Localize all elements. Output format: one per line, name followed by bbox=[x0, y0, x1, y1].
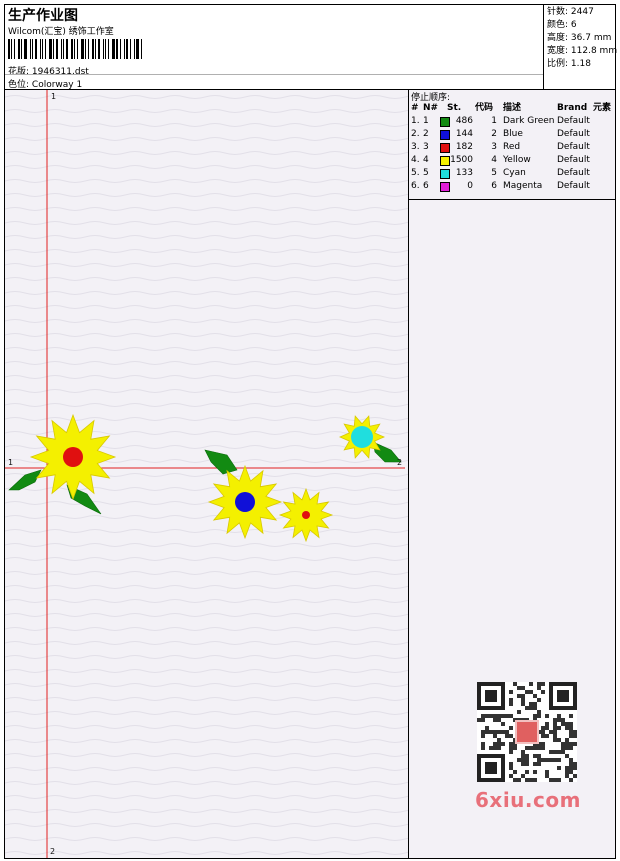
color-count: 颜色: 6 bbox=[547, 19, 615, 32]
table-row: 1. 1 486 1 Dark Green Default bbox=[409, 115, 615, 128]
row-stitches: 133 bbox=[455, 168, 473, 178]
design-width-label: 宽度: bbox=[547, 46, 569, 56]
design-height: 高度: 36.7 mm bbox=[547, 32, 615, 45]
axis-left-label: 1 bbox=[8, 458, 14, 467]
sheet-header: 生产作业图 Wilcom(汇宝) 绣饰工作室 花版: 1946311.dst 色… bbox=[5, 5, 618, 90]
production-sheet: 生产作业图 Wilcom(汇宝) 绣饰工作室 花版: 1946311.dst 色… bbox=[4, 4, 618, 859]
sheet-title: 生产作业图 bbox=[8, 8, 78, 24]
row-code: 4 bbox=[491, 155, 497, 165]
color-sequence-table: # N# St. 代码 描述 Brand 元素 1. 1 486 1 Dark Gree… bbox=[409, 102, 615, 200]
row-number: 6. bbox=[411, 181, 420, 191]
design-height-label: 高度: bbox=[547, 33, 569, 43]
row-number: 5. bbox=[411, 168, 420, 178]
design-scale: 比例: 1.18 bbox=[547, 58, 615, 71]
axis-bottom-label: 2 bbox=[50, 847, 56, 856]
row-stitches: 0 bbox=[467, 181, 473, 191]
row-code: 6 bbox=[491, 181, 497, 191]
row-description: Blue bbox=[503, 129, 523, 139]
row-brand: Default bbox=[557, 168, 590, 178]
design-value: 1946311.dst bbox=[31, 67, 89, 77]
col-element: 元素 bbox=[593, 103, 612, 113]
design-height-value: 36.7 mm bbox=[570, 33, 612, 43]
table-row: 4. 4 1500 4 Yellow Default bbox=[409, 154, 615, 167]
row-brand: Default bbox=[557, 129, 590, 139]
company-name: Wilcom(汇宝) 绣饰工作室 bbox=[8, 27, 114, 37]
row-description: Dark Green bbox=[503, 116, 555, 126]
table-row: 6. 6 0 6 Magenta Default bbox=[409, 180, 615, 193]
flower-cyan-center bbox=[351, 426, 373, 448]
barcode bbox=[8, 39, 144, 59]
stitch-count: 针数: 2447 bbox=[547, 6, 615, 19]
design-width-value: 112.8 mm bbox=[570, 46, 618, 56]
row-stitches: 144 bbox=[455, 129, 473, 139]
row-description: Magenta bbox=[503, 181, 543, 191]
col-needle: N# bbox=[423, 103, 439, 113]
qr-code bbox=[477, 682, 577, 782]
table-row: 5. 5 133 5 Cyan Default bbox=[409, 167, 615, 180]
col-code: 代码 bbox=[475, 103, 494, 113]
col-stitches: St. bbox=[447, 103, 462, 113]
design-canvas: 1 2 1 2 bbox=[5, 90, 409, 858]
row-description: Yellow bbox=[503, 155, 531, 165]
table-row: 2. 2 144 2 Blue Default bbox=[409, 128, 615, 141]
stats-box: 针数: 2447 颜色: 6 高度: 36.7 mm 宽度: 112.8 mm … bbox=[543, 5, 618, 89]
row-brand: Default bbox=[557, 181, 590, 191]
axis-top-label: 1 bbox=[51, 92, 57, 101]
row-number: 4. bbox=[411, 155, 420, 165]
stitch-count-value: 2447 bbox=[570, 7, 594, 17]
row-description: Cyan bbox=[503, 168, 526, 178]
row-stitches: 182 bbox=[455, 142, 473, 152]
design-width: 宽度: 112.8 mm bbox=[547, 45, 618, 58]
axis-right-label: 2 bbox=[397, 458, 403, 467]
watermark: 6xiu.com bbox=[475, 788, 581, 812]
row-number: 2. bbox=[411, 129, 420, 139]
row-code: 1 bbox=[491, 116, 497, 126]
design-label: 花版: bbox=[8, 67, 30, 77]
row-brand: Default bbox=[557, 116, 590, 126]
col-description: 描述 bbox=[503, 103, 522, 113]
row-description: Red bbox=[503, 142, 521, 152]
colorway-label: 色位: bbox=[8, 80, 30, 90]
embroidery-preview bbox=[5, 90, 408, 858]
row-stitches: 1500 bbox=[450, 155, 473, 165]
row-stitches: 486 bbox=[455, 116, 473, 126]
design-scale-value: 1.18 bbox=[570, 59, 591, 69]
row-number: 1. bbox=[411, 116, 420, 126]
color-count-label: 颜色: bbox=[547, 20, 569, 30]
row-brand: Default bbox=[557, 155, 590, 165]
header-divider bbox=[5, 74, 543, 75]
flower-blue-center bbox=[235, 492, 255, 512]
flower-red-center bbox=[63, 447, 83, 467]
design-file-row: 花版: 1946311.dst bbox=[8, 64, 89, 77]
table-header: # N# St. 代码 描述 Brand 元素 bbox=[409, 102, 615, 115]
flower-small-center bbox=[302, 511, 310, 519]
row-code: 3 bbox=[491, 142, 497, 152]
color-count-value: 6 bbox=[570, 20, 577, 30]
row-number: 3. bbox=[411, 142, 420, 152]
table-row: 3. 3 182 3 Red Default bbox=[409, 141, 615, 154]
col-number: # bbox=[411, 103, 419, 113]
row-brand: Default bbox=[557, 142, 590, 152]
col-brand: Brand bbox=[557, 103, 588, 113]
row-code: 5 bbox=[491, 168, 497, 178]
stitch-count-label: 针数: bbox=[547, 7, 569, 17]
colorway-row: 色位: Colorway 1 bbox=[8, 77, 82, 90]
design-scale-label: 比例: bbox=[547, 59, 569, 69]
row-code: 2 bbox=[491, 129, 497, 139]
colorway-value: Colorway 1 bbox=[31, 80, 83, 90]
